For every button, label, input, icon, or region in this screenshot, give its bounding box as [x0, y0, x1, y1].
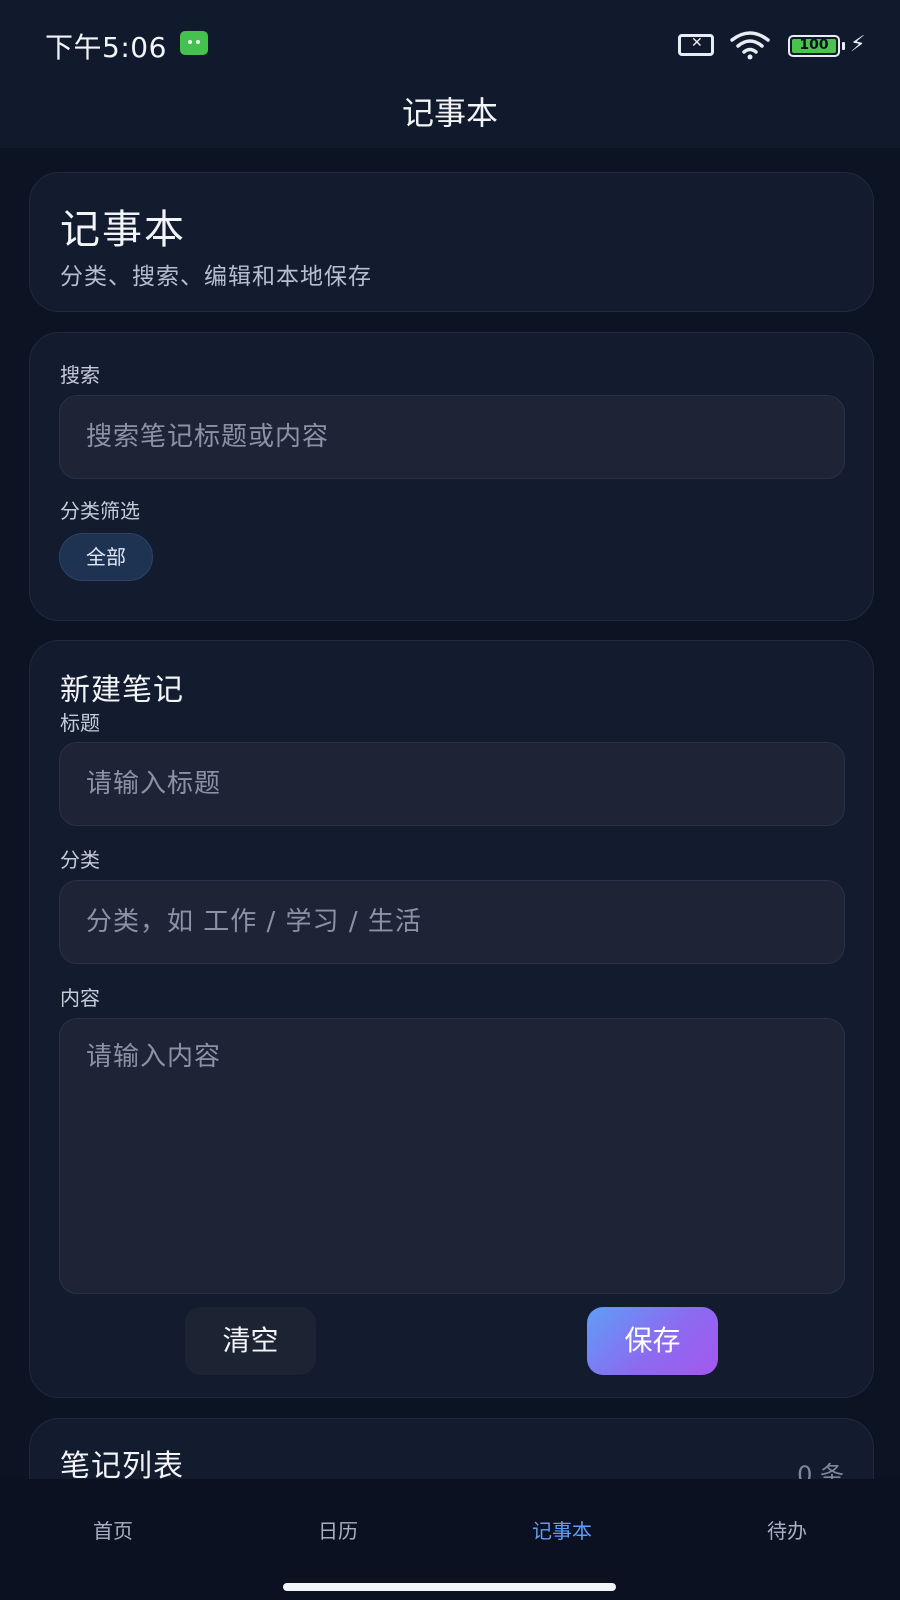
nav-tab-notepad[interactable]: 记事本 — [502, 1515, 622, 1544]
header-card: 记事本 分类、搜索、编辑和本地保存 — [29, 172, 874, 312]
content-label: 内容 — [60, 986, 100, 1010]
wifi-icon — [730, 31, 770, 60]
clear-button[interactable]: 清空 — [185, 1307, 316, 1375]
category-label: 分类 — [60, 848, 100, 872]
page-subtitle: 分类、搜索、编辑和本地保存 — [60, 264, 372, 290]
top-bar: 下午5:06 ✕ 100 ⚡ 记事本 — [0, 0, 900, 148]
category-filter-label: 分类筛选 — [60, 499, 140, 523]
battery-icon: 100 — [788, 35, 840, 57]
new-note-card: 新建笔记 标题 请输入标题 分类 分类，如 工作 / 学习 / 生活 内容 请输… — [29, 640, 874, 1398]
nav-tab-calendar[interactable]: 日历 — [278, 1515, 398, 1544]
search-label: 搜索 — [60, 363, 100, 387]
nav-tab-todo[interactable]: 待办 — [727, 1515, 847, 1544]
category-input[interactable]: 分类，如 工作 / 学习 / 生活 — [59, 880, 845, 964]
notepad-screen: 下午5:06 ✕ 100 ⚡ 记事本 记事本 分类、搜索、编辑和本地保存 搜索 — [0, 0, 900, 1600]
battery-level: 100 — [799, 37, 829, 53]
save-button[interactable]: 保存 — [587, 1307, 718, 1375]
new-note-title: 新建笔记 — [60, 673, 184, 708]
status-time: 下午5:06 — [45, 31, 167, 64]
app-bar-title: 记事本 — [401, 94, 498, 132]
status-icons: ✕ 100 ⚡ — [650, 28, 900, 62]
filter-chip-all[interactable]: 全部 — [59, 533, 153, 581]
title-label: 标题 — [60, 711, 100, 735]
bottom-navigation: 首页 日历 记事本 待办 — [0, 1479, 900, 1600]
content-textarea[interactable]: 请输入内容 — [59, 1018, 845, 1294]
home-indicator[interactable] — [283, 1583, 616, 1591]
charging-bolt-icon: ⚡ — [850, 32, 866, 57]
title-input[interactable]: 请输入标题 — [59, 742, 845, 826]
search-card: 搜索 搜索笔记标题或内容 分类筛选 全部 — [29, 332, 874, 621]
nav-tab-home[interactable]: 首页 — [53, 1515, 173, 1544]
sim-card-error-icon: ✕ — [678, 34, 714, 56]
app-notification-icon — [180, 31, 208, 55]
search-input[interactable]: 搜索笔记标题或内容 — [59, 395, 845, 479]
page-title: 记事本 — [60, 207, 186, 253]
